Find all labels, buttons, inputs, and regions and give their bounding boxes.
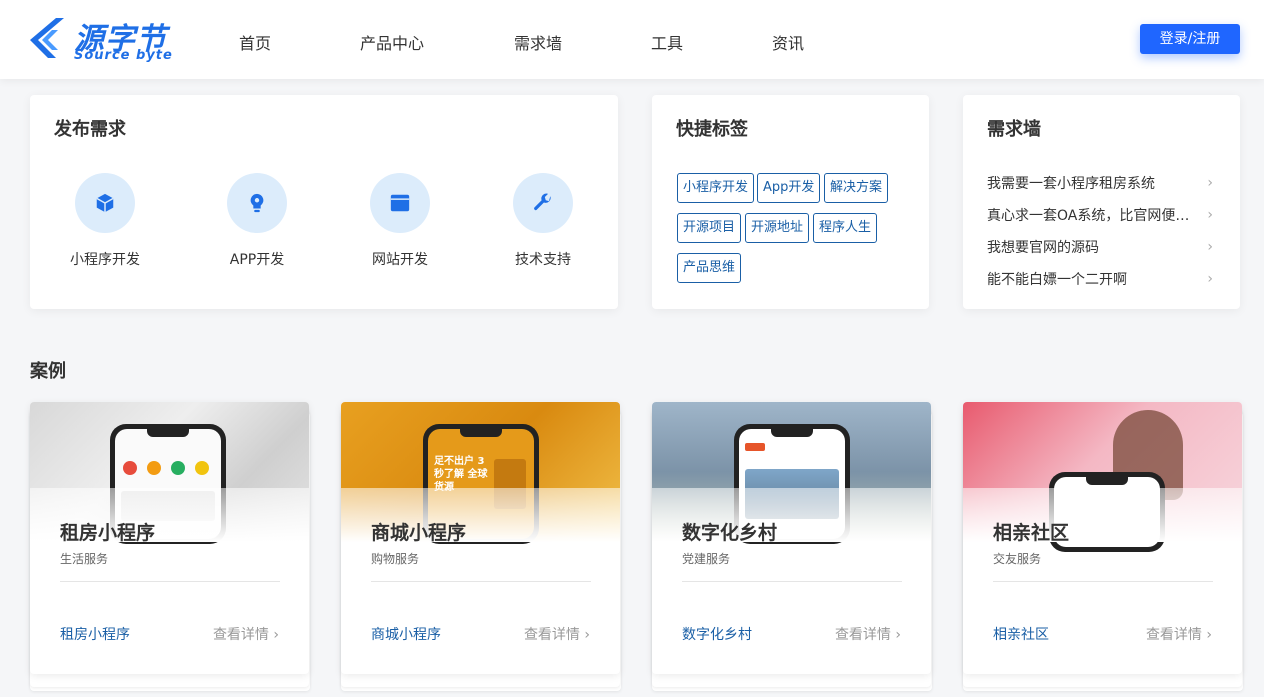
case-category: 购物服务 [371, 552, 420, 566]
publish-demand-panel: 发布需求 小程序开发 APP开发 网站开发 技术支持 [30, 95, 618, 309]
browser-icon [390, 194, 410, 212]
demand-wall-panel: 需求墙 我需要一套小程序租房系统 › 真心求一套OA系统，比官网便宜的那种 › … [963, 95, 1240, 309]
wall-item-text: 我想要官网的源码 [987, 240, 1099, 256]
case-link[interactable]: 租房小程序 [60, 624, 130, 644]
chevron-right-icon: › [1207, 271, 1213, 287]
wrench-icon [534, 193, 551, 211]
tag-open-source-project[interactable]: 开源项目 [677, 213, 742, 243]
cases-title: 案例 [30, 361, 66, 382]
nav-home[interactable]: 首页 [239, 30, 271, 54]
wall-item[interactable]: 我需要一套小程序租房系统 › [987, 173, 1213, 193]
quick-tags-panel: 快捷标签 小程序开发 App开发 解决方案 开源项目 开源地址 程序人生 产品思… [652, 95, 929, 309]
wall-title: 需求墙 [987, 119, 1041, 140]
divider [993, 581, 1213, 582]
case-card[interactable]: 数字化乡村 党建服务 数字化乡村 查看详情 › [652, 402, 931, 674]
wall-item[interactable]: 真心求一套OA系统，比官网便宜的那种 › [987, 205, 1213, 225]
nav-news[interactable]: 资讯 [772, 30, 804, 54]
case-name: 商城小程序 [371, 522, 467, 544]
case-card-dating: 相亲社区 交友服务 相亲社区 查看详情 › [963, 402, 1243, 691]
case-category: 党建服务 [682, 552, 731, 566]
chevron-right-icon: › [1207, 239, 1213, 255]
site-logo[interactable]: 源字节 Source byte [28, 14, 178, 64]
case-name: 租房小程序 [60, 522, 156, 544]
publish-item-label: 网站开发 [372, 252, 428, 268]
case-details-link[interactable]: 查看详情 › [524, 624, 590, 644]
top-header: 源字节 Source byte 首页 产品中心 需求墙 工具 资讯 登录/注册 [0, 0, 1264, 79]
wall-item[interactable]: 能不能白嫖一个二开啊 › [987, 269, 1213, 289]
wall-item-text: 真心求一套OA系统，比官网便宜的那种 [987, 208, 1192, 224]
nav-demand-wall[interactable]: 需求墙 [514, 30, 562, 54]
tag-miniprogram[interactable]: 小程序开发 [677, 173, 755, 203]
publish-website[interactable]: 网站开发 [350, 173, 450, 269]
chevron-right-icon: › [1207, 175, 1213, 191]
case-category: 交友服务 [993, 552, 1042, 566]
publish-item-label: 小程序开发 [70, 252, 140, 268]
case-link[interactable]: 数字化乡村 [682, 624, 752, 644]
publish-tech-support[interactable]: 技术支持 [493, 173, 593, 269]
publish-miniprogram[interactable]: 小程序开发 [55, 173, 155, 269]
case-card[interactable]: 足不出户 3秒了解 全球货源 商城小程序 购物服务 商城小程序 查看详情 › [341, 402, 620, 674]
logo-subtitle: Source byte [74, 48, 173, 63]
nav-products[interactable]: 产品中心 [360, 30, 424, 54]
case-details-link[interactable]: 查看详情 › [213, 624, 279, 644]
case-card[interactable]: 相亲社区 交友服务 相亲社区 查看详情 › [963, 402, 1242, 674]
tag-app[interactable]: App开发 [757, 173, 821, 203]
tags-title: 快捷标签 [676, 119, 748, 140]
case-card-village: 数字化乡村 党建服务 数字化乡村 查看详情 › [652, 402, 932, 691]
case-details-link[interactable]: 查看详情 › [1146, 624, 1212, 644]
tag-solution[interactable]: 解决方案 [824, 173, 889, 203]
cube-icon [96, 193, 114, 213]
case-card-mall: 足不出户 3秒了解 全球货源 商城小程序 购物服务 商城小程序 查看详情 › [341, 402, 621, 691]
publish-item-label: APP开发 [229, 252, 285, 268]
logo-mark-icon [30, 18, 64, 58]
tag-programmer-life[interactable]: 程序人生 [813, 213, 878, 243]
tag-product-thinking[interactable]: 产品思维 [677, 253, 742, 283]
publish-title: 发布需求 [54, 119, 126, 140]
nav-tools[interactable]: 工具 [651, 30, 683, 54]
case-card-rental: 租房小程序 生活服务 租房小程序 查看详情 › [30, 402, 310, 691]
case-name: 相亲社区 [993, 522, 1070, 544]
case-link[interactable]: 商城小程序 [371, 624, 441, 644]
wall-item-text: 我需要一套小程序租房系统 [987, 176, 1155, 192]
login-register-button[interactable]: 登录/注册 [1140, 24, 1240, 54]
publish-item-label: 技术支持 [515, 252, 571, 268]
wall-item[interactable]: 我想要官网的源码 › [987, 237, 1213, 257]
publish-app[interactable]: APP开发 [207, 173, 307, 269]
case-name: 数字化乡村 [682, 522, 778, 544]
divider [371, 581, 591, 582]
divider [682, 581, 902, 582]
wall-item-text: 能不能白嫖一个二开啊 [987, 272, 1127, 288]
case-link[interactable]: 相亲社区 [993, 624, 1049, 644]
case-details-link[interactable]: 查看详情 › [835, 624, 901, 644]
divider [60, 581, 280, 582]
lightbulb-icon [250, 193, 264, 213]
case-card[interactable]: 租房小程序 生活服务 租房小程序 查看详情 › [30, 402, 309, 674]
chevron-right-icon: › [1207, 207, 1213, 223]
case-category: 生活服务 [60, 552, 109, 566]
tag-open-source-address[interactable]: 开源地址 [745, 213, 810, 243]
